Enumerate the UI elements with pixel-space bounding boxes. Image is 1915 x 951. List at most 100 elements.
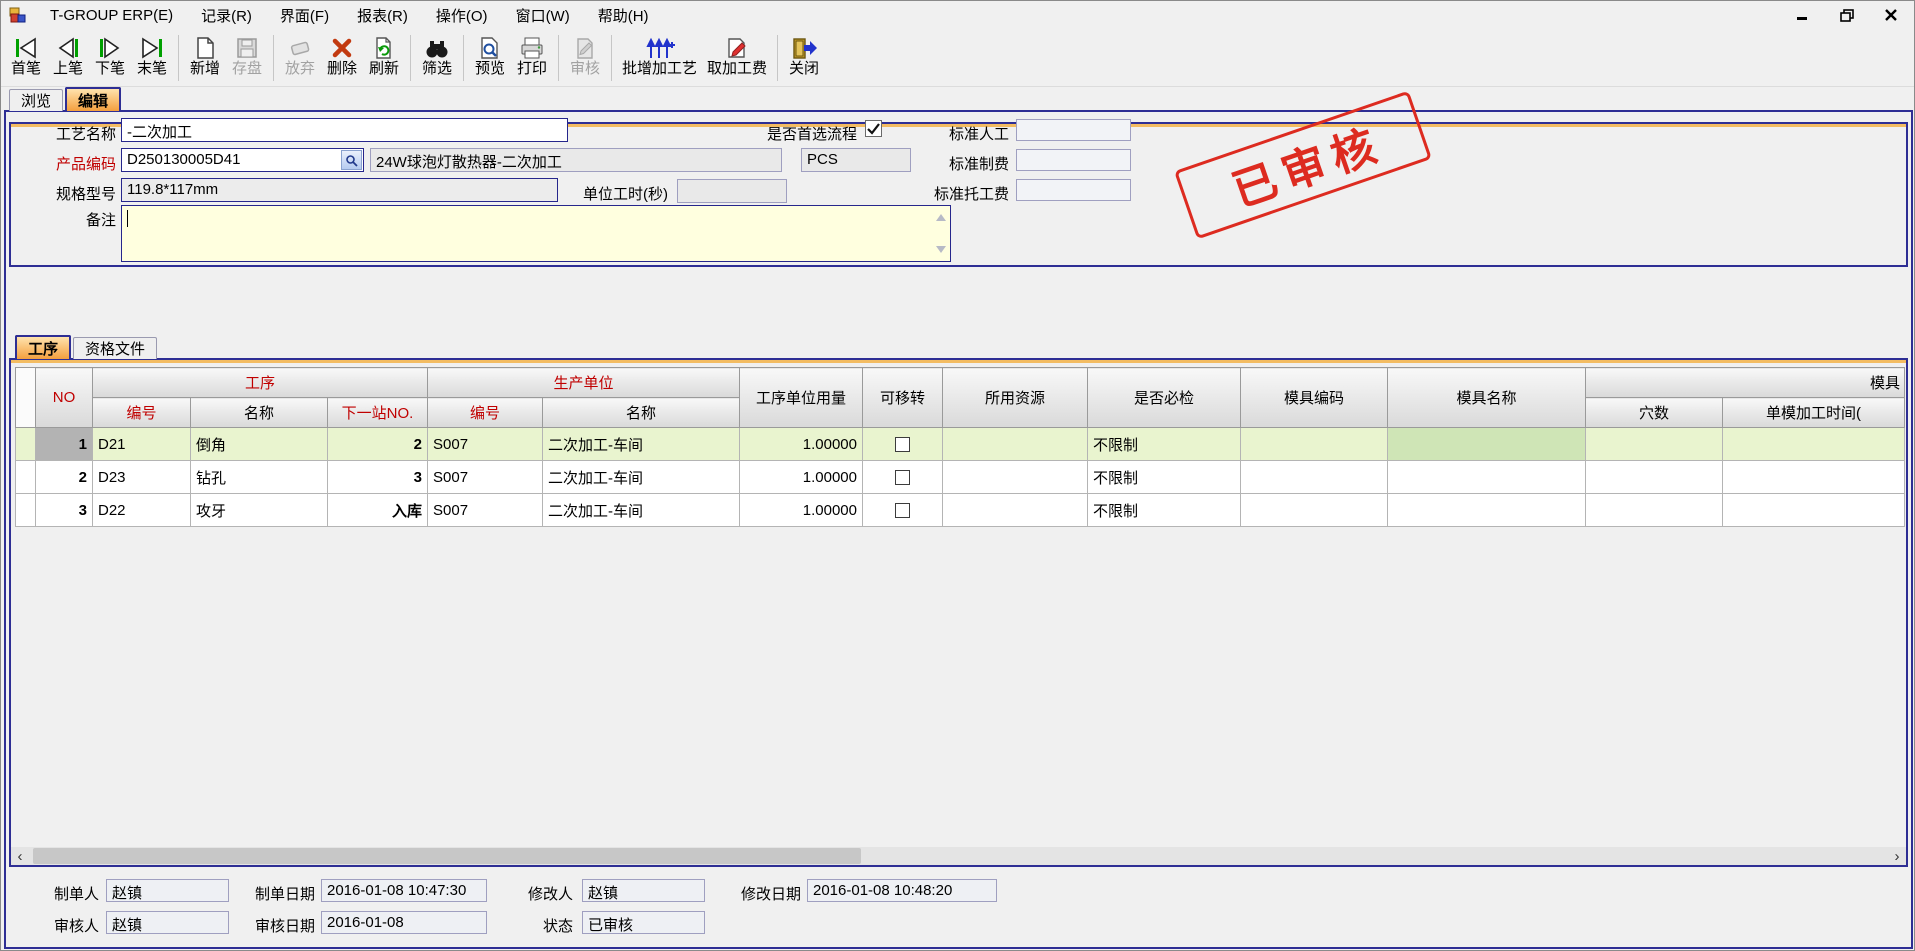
- next-record-button[interactable]: 下笔: [89, 32, 131, 78]
- erp-window: T-GROUP ERP(E) 记录(R) 界面(F) 报表(R) 操作(O) 窗…: [0, 0, 1915, 951]
- minimize-icon[interactable]: [1794, 6, 1812, 24]
- transferable-checkbox[interactable]: [895, 503, 910, 518]
- product-lookup-button[interactable]: [341, 150, 362, 170]
- menu-tgroup-erp[interactable]: T-GROUP ERP(E): [36, 3, 187, 28]
- exit-door-icon: [791, 33, 818, 60]
- transferable-cell[interactable]: [863, 428, 943, 461]
- toolbar-separator: [178, 35, 179, 81]
- transferable-cell[interactable]: [863, 494, 943, 527]
- std-labor-field[interactable]: [1016, 119, 1131, 141]
- audit-date-field: 2016-01-08: [321, 911, 487, 934]
- tab-edit[interactable]: 编辑: [65, 87, 121, 111]
- header-unit-name: 名称: [543, 398, 740, 428]
- header-process-name: 名称: [191, 398, 328, 428]
- audit-button: 审核: [564, 32, 606, 78]
- detail-tab-strip: 工序 资格文件: [15, 335, 159, 359]
- print-button[interactable]: 打印: [511, 32, 553, 78]
- header-no: NO: [36, 368, 93, 428]
- product-name-field: 24W球泡灯散热器-二次加工: [370, 148, 782, 172]
- auditor-field: 赵镇: [106, 911, 229, 934]
- product-code-input[interactable]: D250130005D41: [121, 148, 364, 172]
- delete-x-icon: [330, 33, 354, 60]
- batch-add-arrows-icon: [644, 33, 676, 60]
- toolbar: 首笔 上笔 下笔 末笔 新增 存盘 放弃 删除: [1, 29, 1914, 87]
- tab-qualification[interactable]: 资格文件: [73, 337, 157, 359]
- std-mfg-fee-field[interactable]: [1016, 149, 1131, 171]
- std-labor-label: 标准人工: [881, 123, 1009, 144]
- horizontal-scrollbar[interactable]: ‹ ›: [11, 847, 1906, 865]
- unit-time-label: 单位工时(秒): [556, 183, 668, 204]
- menu-bar: T-GROUP ERP(E) 记录(R) 界面(F) 报表(R) 操作(O) 窗…: [1, 1, 1914, 29]
- header-mold-name: 模具名称: [1388, 368, 1586, 428]
- first-record-button[interactable]: 首笔: [5, 32, 47, 78]
- menu-help[interactable]: 帮助(H): [584, 1, 663, 30]
- process-name-input[interactable]: -二次加工: [121, 118, 568, 142]
- new-document-icon: [194, 33, 216, 60]
- std-outsource-fee-field[interactable]: [1016, 179, 1131, 201]
- fee-document-icon: [725, 33, 749, 60]
- menu-window[interactable]: 窗口(W): [502, 1, 584, 30]
- header-next-station: 下一站NO.: [328, 398, 428, 428]
- toolbar-separator: [611, 35, 612, 81]
- transferable-checkbox[interactable]: [895, 470, 910, 485]
- make-date-field: 2016-01-08 10:47:30: [321, 879, 487, 902]
- prev-record-icon: [56, 33, 80, 60]
- scroll-down-icon[interactable]: [936, 246, 946, 253]
- close-icon[interactable]: [1882, 6, 1900, 24]
- batch-add-process-button[interactable]: 批增加工艺: [617, 32, 702, 78]
- prev-record-button[interactable]: 上笔: [47, 32, 89, 78]
- scrollbar-thumb[interactable]: [33, 848, 861, 864]
- row-selector[interactable]: [16, 494, 36, 527]
- scroll-right-icon[interactable]: ›: [1888, 847, 1906, 865]
- remark-textarea[interactable]: [121, 205, 951, 262]
- header-process-group: 工序: [93, 368, 428, 398]
- transferable-cell[interactable]: [863, 461, 943, 494]
- get-processing-fee-button[interactable]: 取加工费: [702, 32, 772, 78]
- preview-button[interactable]: 预览: [469, 32, 511, 78]
- toolbar-separator: [410, 35, 411, 81]
- scroll-up-icon[interactable]: [936, 214, 946, 221]
- last-record-button[interactable]: 末笔: [131, 32, 173, 78]
- menu-record[interactable]: 记录(R): [187, 1, 266, 30]
- std-outsource-fee-label: 标准托工费: [881, 183, 1009, 204]
- table-row[interactable]: 2 D23 钻孔 3 S007 二次加工-车间 1.00000 不限制: [16, 461, 1905, 494]
- filter-button[interactable]: 筛选: [416, 32, 458, 78]
- scroll-left-icon[interactable]: ‹: [11, 847, 29, 865]
- transferable-checkbox[interactable]: [895, 437, 910, 452]
- toolbar-separator: [558, 35, 559, 81]
- magnifier-icon: [345, 154, 358, 167]
- toolbar-separator: [463, 35, 464, 81]
- toolbar-separator: [273, 35, 274, 81]
- save-button: 存盘: [226, 32, 268, 78]
- table-row[interactable]: 3 D22 攻牙 入库 S007 二次加工-车间 1.00000 不限制: [16, 494, 1905, 527]
- menu-operation[interactable]: 操作(O): [422, 1, 502, 30]
- menu-report[interactable]: 报表(R): [343, 1, 422, 30]
- header-mold-time: 单模加工时间(: [1723, 398, 1905, 428]
- last-record-icon: [139, 33, 165, 60]
- eraser-icon: [288, 33, 312, 60]
- spec-model-input[interactable]: 119.8*117mm: [121, 178, 558, 202]
- discard-button: 放弃: [279, 32, 321, 78]
- preferred-flow-label: 是否首选流程: [721, 123, 857, 144]
- maker-field: 赵镇: [106, 879, 229, 902]
- refresh-button[interactable]: 刷新: [363, 32, 405, 78]
- text-caret: [127, 210, 128, 227]
- tab-browse[interactable]: 浏览: [9, 89, 63, 111]
- new-button[interactable]: 新增: [184, 32, 226, 78]
- close-window-button[interactable]: 关闭: [783, 32, 825, 78]
- row-selector[interactable]: [16, 428, 36, 461]
- delete-button[interactable]: 删除: [321, 32, 363, 78]
- preview-magnifier-icon: [478, 33, 502, 60]
- modify-date-field: 2016-01-08 10:48:20: [807, 879, 997, 902]
- menu-interface[interactable]: 界面(F): [266, 1, 343, 30]
- preferred-flow-checkbox[interactable]: [865, 120, 882, 137]
- audit-pen-icon: [573, 33, 597, 60]
- row-selector[interactable]: [16, 461, 36, 494]
- header-resources: 所用资源: [943, 368, 1088, 428]
- binoculars-icon: [424, 33, 450, 60]
- table-row[interactable]: 1 D21 倒角 2 S007 二次加工-车间 1.00000 不限制: [16, 428, 1905, 461]
- restore-icon[interactable]: [1838, 6, 1856, 24]
- audit-date-label: 审核日期: [231, 915, 315, 936]
- app-icon: [9, 7, 26, 24]
- tab-process[interactable]: 工序: [15, 335, 71, 359]
